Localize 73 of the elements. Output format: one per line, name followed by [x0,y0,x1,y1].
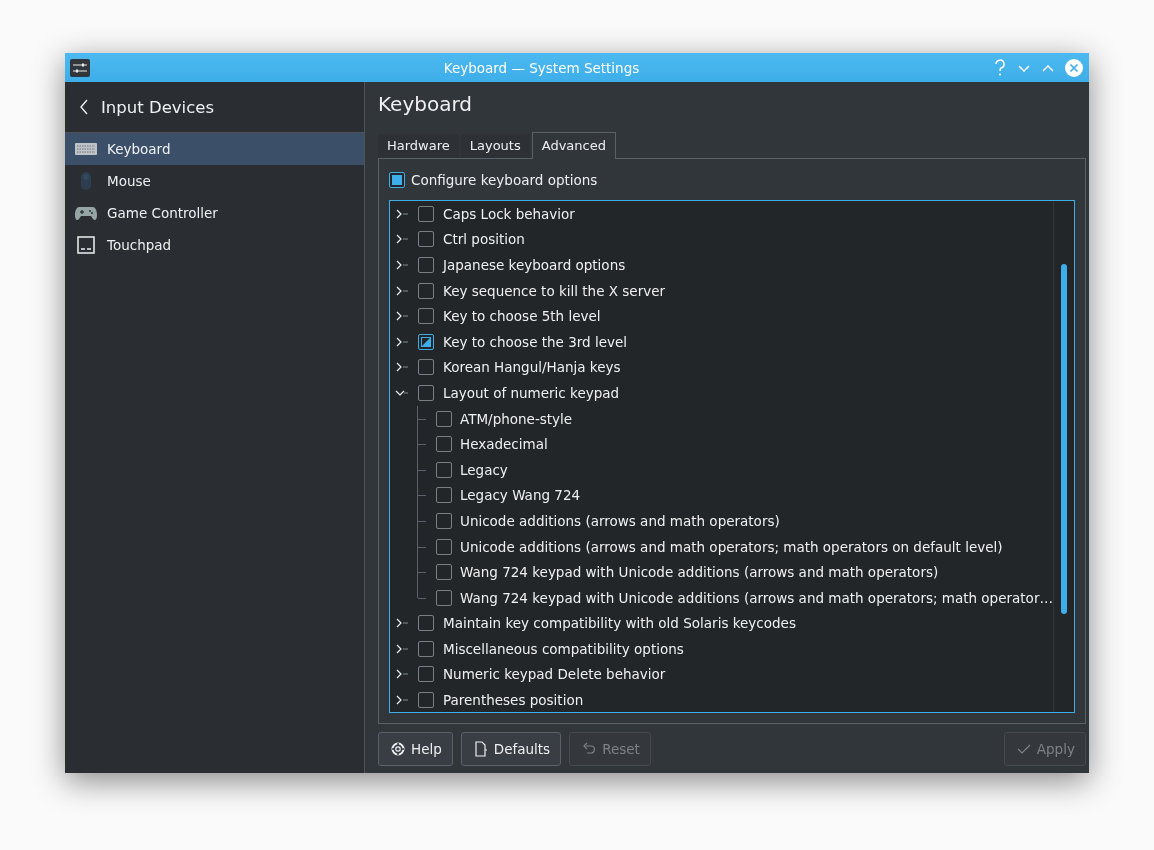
option-label: Key sequence to kill the X server [443,282,666,299]
checkbox[interactable] [436,512,452,529]
checkbox[interactable] [418,231,434,248]
option-label: Caps Lock behavior [443,205,575,222]
back-icon[interactable] [79,98,89,116]
option-label: Japanese keyboard options [443,257,626,273]
scrollbar-thumb[interactable] [1060,264,1067,614]
sidebar-item[interactable]: Game Controller [65,197,364,229]
checkbox[interactable] [436,487,452,504]
tree-line [417,533,428,560]
checkbox[interactable] [418,282,434,299]
keyboard-icon [75,143,97,155]
category-title: Input Devices [101,97,214,117]
tree-line [417,456,428,483]
option-label: Unicode additions (arrows and math operators) [460,512,780,529]
document-icon [473,741,488,757]
window-title: Keyboard — System Settings [442,59,641,76]
checkbox-label: Configure keyboard options [411,172,598,188]
checkbox[interactable] [418,359,434,376]
tree-row[interactable]: Key to choose the 3rd level [395,328,1053,355]
option-label: Parentheses position [443,692,584,709]
checkbox[interactable] [418,308,434,325]
tab[interactable]: Layouts [460,134,530,158]
close-icon[interactable] [1065,58,1083,77]
option-label: Legacy [460,461,508,478]
lifebuoy-icon [391,742,405,756]
sidebar-item[interactable]: Mouse [65,165,364,197]
checkbox[interactable] [418,692,434,709]
option-label: Wang 724 keypad with Unicode additions (arrows and math operators; math operator… [460,589,1053,606]
checkbox[interactable] [436,564,452,581]
sidebar-item[interactable]: Touchpad [65,229,364,261]
sidebar-item[interactable]: Keyboard [65,133,364,165]
checkbox[interactable] [436,436,452,453]
checkbox[interactable] [389,172,405,188]
option-label: Miscellaneous compatibility options [443,640,684,657]
check-icon [1016,742,1031,756]
option-label: Unicode additions (arrows and math operators; math operators on default level) [460,538,1003,555]
tab[interactable]: Hardware [378,134,459,158]
help-button[interactable]: Help [378,732,453,766]
option-label: Numeric keypad Delete behavior [443,666,666,683]
checkbox[interactable] [418,257,434,273]
option-label: Maintain key compatibility with old Solaris keycodes [443,615,796,632]
tab[interactable]: Advanced [531,132,616,159]
touchpad-icon [75,236,97,254]
tree-line [417,405,428,432]
checkbox[interactable] [418,640,434,657]
undo-icon [582,742,597,756]
checkbox[interactable] [436,589,452,606]
option-label: Key to choose 5th level [443,308,601,325]
checkbox[interactable] [418,205,434,222]
checkbox[interactable] [436,538,452,555]
option-label: Key to choose the 3rd level [443,333,628,350]
option-label: Korean Hangul/Hanja keys [443,359,621,376]
checkbox[interactable] [436,410,452,427]
tree-line [417,431,428,458]
checkbox[interactable] [418,666,434,683]
checkbox[interactable] [436,461,452,478]
tree-line [417,507,428,534]
page-title: Keyboard [378,91,473,118]
dialog-button[interactable]: Defaults [460,732,562,766]
checkbox[interactable] [418,333,434,350]
option-label: ATM/phone-style [460,410,573,427]
gamepad-icon [75,205,97,221]
option-label: Legacy Wang 724 [460,487,581,504]
option-label: Hexadecimal [460,436,548,453]
checkbox[interactable] [418,615,434,632]
option-label: Layout of numeric keypad [443,384,620,401]
option-label: Wang 724 keypad with Unicode additions (arrows and math operators) [460,564,939,581]
help-icon[interactable] [993,58,1007,77]
tree-line [417,482,428,509]
settings-app-icon [70,58,90,77]
checkbox[interactable] [418,384,434,401]
option-label: Ctrl position [443,231,525,248]
